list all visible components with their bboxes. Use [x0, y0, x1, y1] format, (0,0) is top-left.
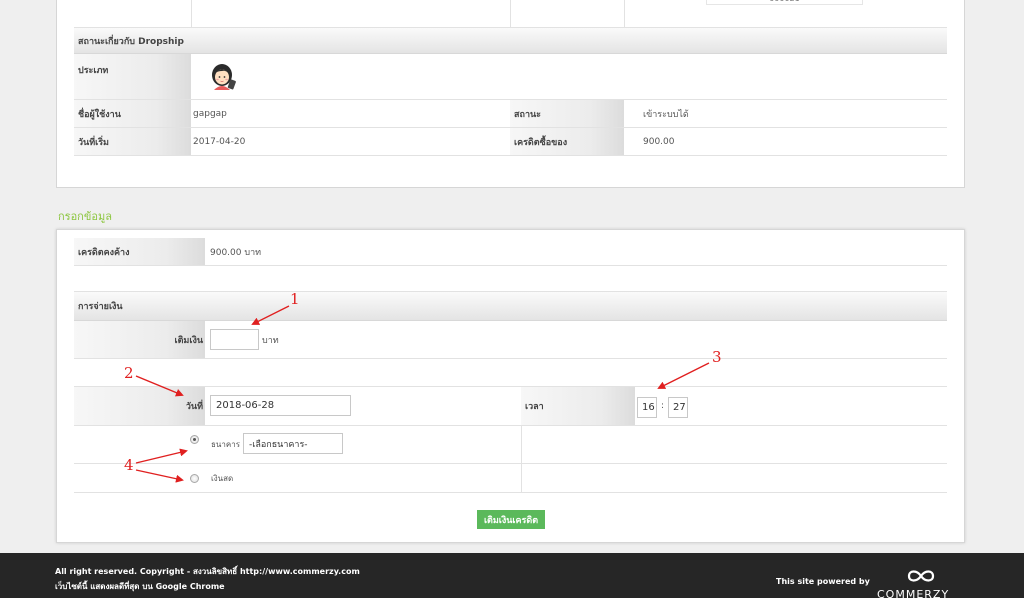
type-row: ประเภท: [74, 54, 947, 100]
start-date-value: 2017-04-20: [193, 136, 246, 147]
status-label: สถานะ: [510, 100, 624, 127]
annotation-4: 4: [124, 456, 134, 474]
dropship-status-panel: 000021 สถานะเกี่ยวกับ Dropship ประเภท ชื…: [56, 0, 965, 188]
footer-brand: COMMERZY: [877, 588, 950, 598]
time-label: เวลา: [521, 387, 635, 425]
time-separator: :: [661, 401, 665, 411]
bank-select-value: -เลือกธนาคาร-: [249, 439, 308, 450]
topup-form-panel: เครดิตคงค้าง 900.00 บาท การจ่ายเงิน เติม…: [56, 229, 965, 543]
divider: [510, 0, 511, 28]
spacer-row-2: [74, 359, 947, 387]
payment-section-title: การจ่ายเงิน: [74, 292, 947, 321]
cash-radio[interactable]: [190, 474, 199, 483]
outstanding-label: เครดิตคงค้าง: [74, 238, 205, 265]
date-time-row: วันที่ 2018-06-28 เวลา 16 : 27: [74, 387, 947, 426]
username-row: ชื่อผู้ใช้งาน gapgap สถานะ เข้าระบบได้: [74, 100, 947, 128]
date-label: วันที่: [74, 387, 205, 425]
divider: [521, 464, 522, 493]
commerzy-logo-icon: [899, 567, 943, 585]
bank-option-label: ธนาคาร: [211, 440, 240, 449]
divider: [191, 0, 192, 28]
date-input[interactable]: 2018-06-28: [210, 395, 351, 416]
divider: [624, 0, 625, 28]
cash-option-label: เงินสด: [211, 473, 234, 483]
topup-unit: บาท: [262, 335, 279, 346]
type-label: ประเภท: [74, 54, 191, 99]
time-minute-input[interactable]: 27: [668, 397, 688, 418]
bank-option-row: ธนาคาร -เลือกธนาคาร-: [74, 426, 947, 464]
credit-label: เครดิตซื้อของ: [510, 128, 624, 155]
partial-value: 000021: [769, 0, 800, 3]
username-label: ชื่อผู้ใช้งาน: [74, 100, 191, 127]
cash-option-row: เงินสด: [74, 464, 947, 493]
topup-amount-input[interactable]: [210, 329, 259, 350]
form-heading: กรอกข้อมูล: [58, 210, 112, 223]
partial-row: 000021: [74, 0, 947, 28]
footer-browser-note: เว็บไซต์นี้ แสดงผลดีที่สุด บน Google Chr…: [55, 582, 225, 591]
start-date-row: วันที่เริ่ม 2017-04-20 เครดิตซื้อของ 900…: [74, 128, 947, 156]
topup-row: เติมเงิน บาท: [74, 321, 947, 359]
bank-select[interactable]: -เลือกธนาคาร-: [243, 433, 343, 454]
annotation-2: 2: [124, 364, 134, 382]
username-value: gapgap: [193, 108, 227, 119]
submit-topup-button[interactable]: เติมเงินเครดิต: [477, 510, 545, 529]
bank-radio[interactable]: [190, 435, 199, 444]
footer-powered-by: This site powered by: [776, 577, 870, 586]
start-date-label: วันที่เริ่ม: [74, 128, 191, 155]
topup-label: เติมเงิน: [74, 321, 205, 358]
outstanding-row: เครดิตคงค้าง 900.00 บาท: [74, 238, 947, 266]
outstanding-value: 900.00 บาท: [210, 247, 262, 258]
avatar-icon: [208, 60, 240, 92]
dropship-section-title: สถานะเกี่ยวกับ Dropship: [74, 28, 947, 54]
annotation-1: 1: [290, 290, 300, 308]
footer: All right reserved. Copyright - สงวนลิขส…: [0, 553, 1024, 598]
time-hour-input[interactable]: 16: [637, 397, 657, 418]
spacer-row: [74, 266, 947, 292]
credit-value: 900.00: [643, 136, 675, 147]
annotation-3: 3: [712, 348, 722, 366]
partial-value-box: 000021: [706, 0, 863, 5]
divider: [521, 426, 522, 464]
status-value: เข้าระบบได้: [643, 109, 689, 120]
footer-copyright: All right reserved. Copyright - สงวนลิขส…: [55, 567, 360, 576]
